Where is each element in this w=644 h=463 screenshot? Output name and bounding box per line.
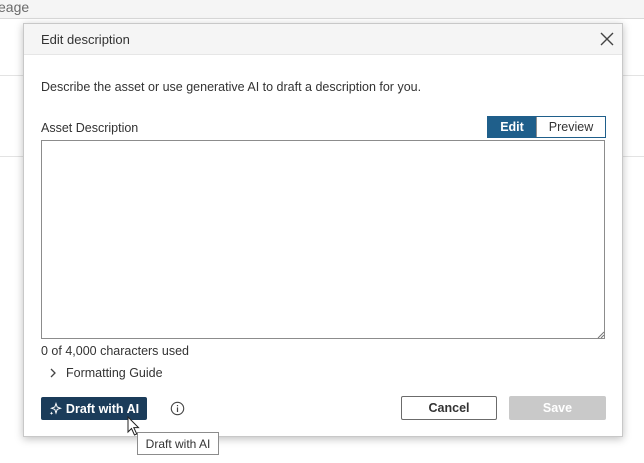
sparkle-icon bbox=[49, 402, 62, 415]
edit-preview-toggle: Edit Preview bbox=[487, 116, 606, 138]
background-tab-strip: eage bbox=[0, 0, 644, 18]
edit-description-dialog: Edit description Describe the asset or u… bbox=[23, 23, 623, 437]
draft-with-ai-tooltip: Draft with AI bbox=[137, 432, 219, 455]
character-count: 0 of 4,000 characters used bbox=[41, 344, 190, 358]
resize-handle-icon[interactable] bbox=[597, 331, 605, 339]
tab-preview[interactable]: Preview bbox=[536, 117, 605, 137]
chevron-right-icon bbox=[50, 368, 56, 378]
background-tab-label: eage bbox=[0, 0, 30, 15]
tab-edit[interactable]: Edit bbox=[488, 117, 536, 137]
dialog-title: Edit description bbox=[41, 32, 130, 47]
save-button[interactable]: Save bbox=[509, 396, 606, 420]
formatting-guide-label: Formatting Guide bbox=[66, 366, 163, 380]
mouse-pointer-icon bbox=[127, 416, 140, 436]
formatting-guide-toggle[interactable]: Formatting Guide bbox=[48, 365, 163, 381]
dialog-intro-text: Describe the asset or use generative AI … bbox=[41, 80, 422, 94]
dialog-header: Edit description bbox=[24, 24, 622, 55]
asset-description-textarea[interactable] bbox=[41, 140, 605, 339]
info-icon[interactable] bbox=[170, 401, 185, 416]
cancel-button[interactable]: Cancel bbox=[401, 396, 497, 420]
asset-description-label: Asset Description bbox=[41, 121, 139, 135]
close-icon[interactable] bbox=[599, 31, 615, 47]
draft-with-ai-label: Draft with AI bbox=[65, 401, 140, 416]
